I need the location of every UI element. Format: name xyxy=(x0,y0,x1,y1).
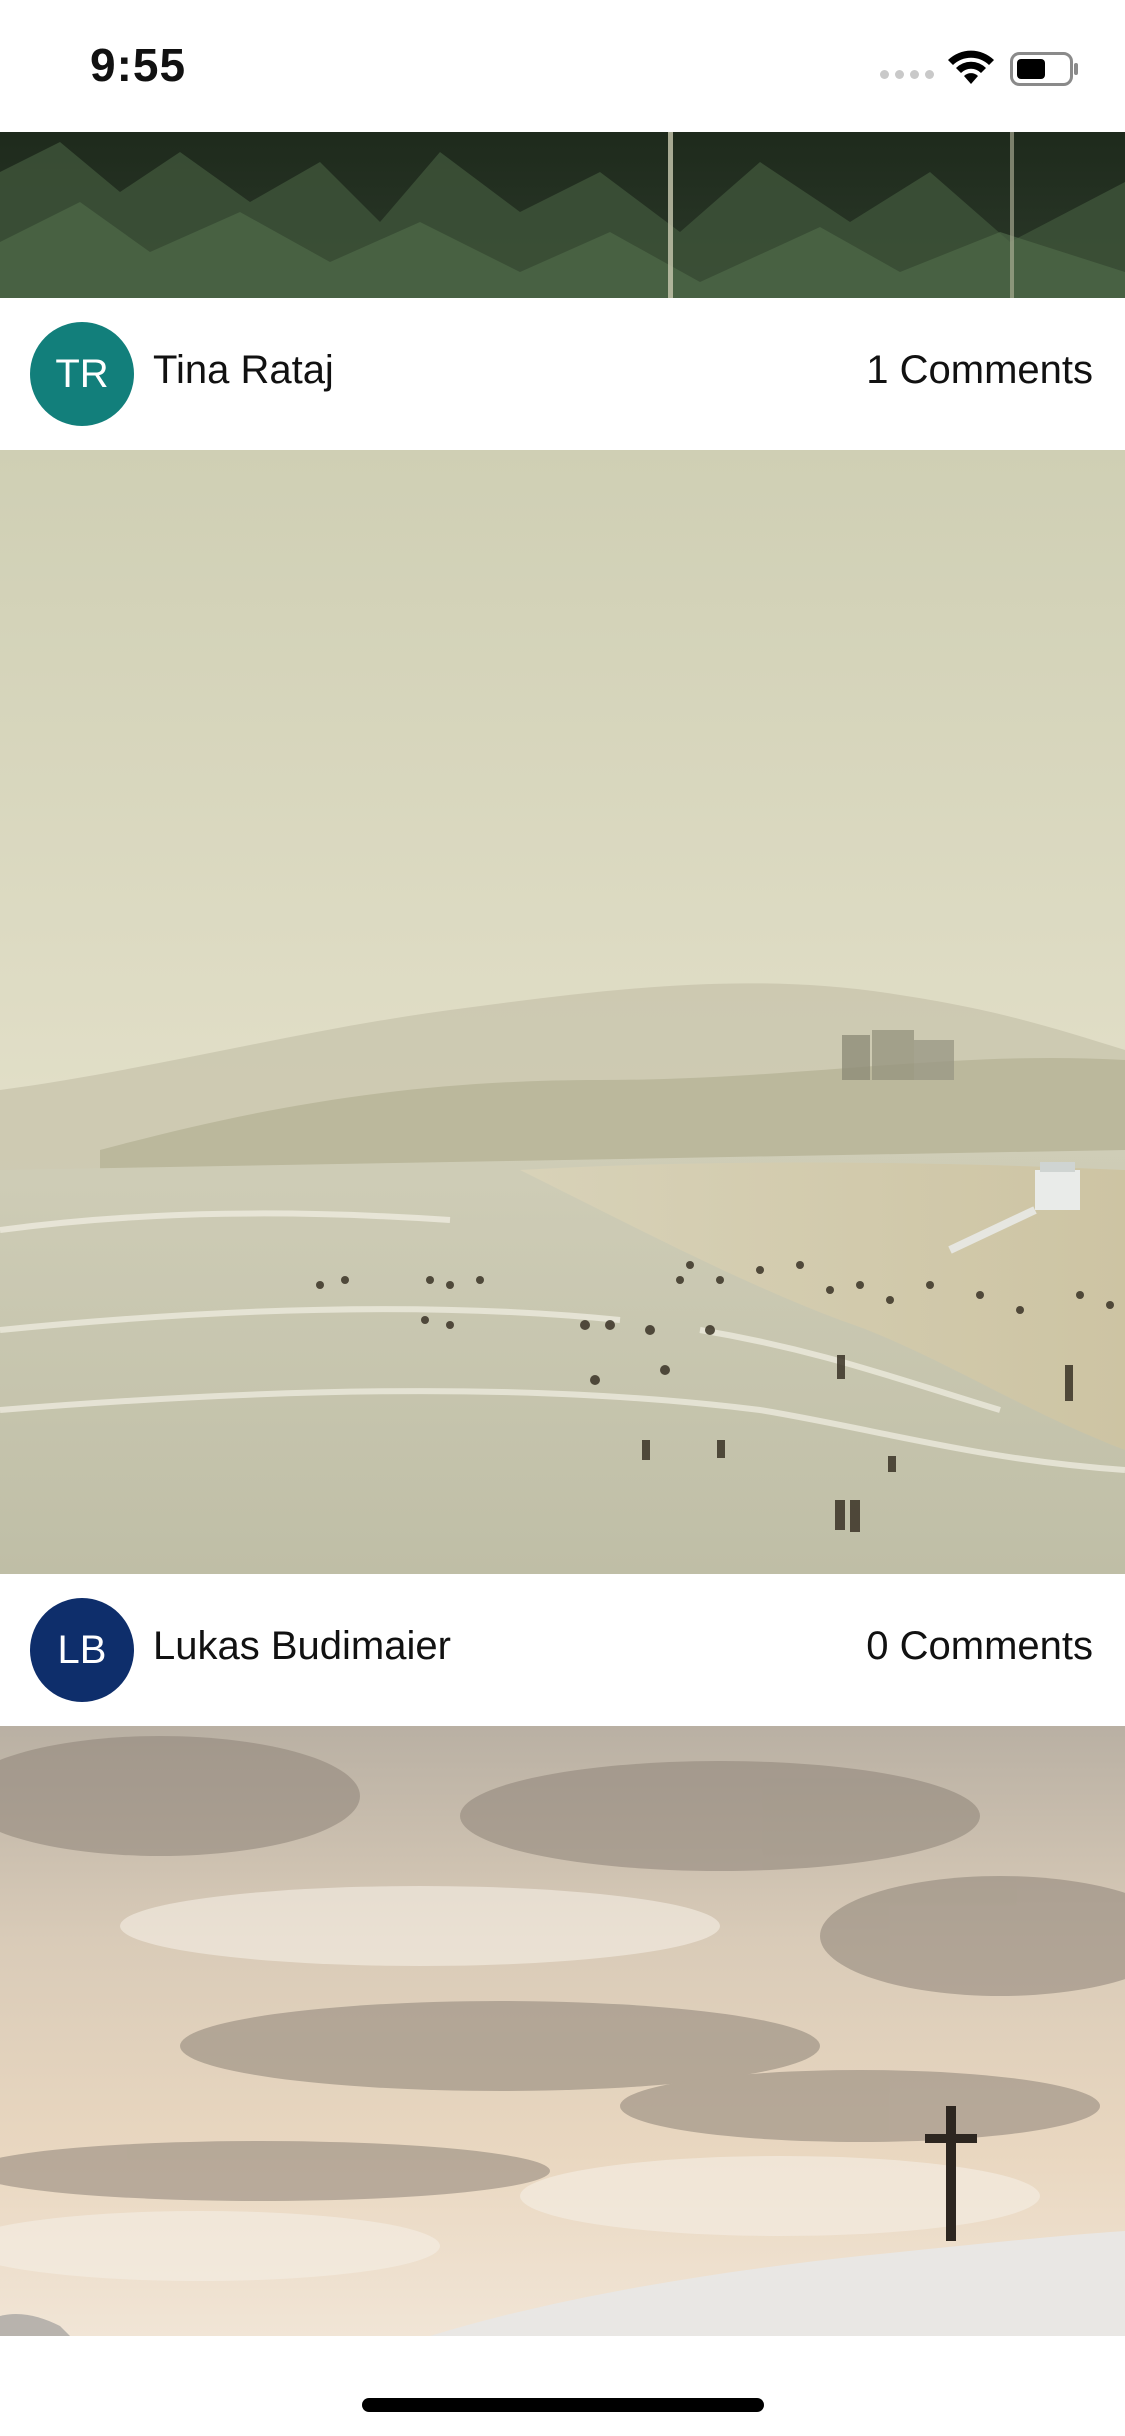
comments-count[interactable]: 0 Comments xyxy=(866,1624,1093,1669)
avatar[interactable]: LB xyxy=(30,1598,134,1702)
beach-photo xyxy=(0,450,1125,1574)
post-image-beach[interactable] xyxy=(0,450,1125,1574)
avatar[interactable]: TR xyxy=(30,322,134,426)
post-image-cross[interactable] xyxy=(0,1726,1125,2336)
comments-count[interactable]: 1 Comments xyxy=(866,348,1093,393)
signal-dots-icon xyxy=(880,70,934,79)
status-bar: 9:55 xyxy=(0,0,1125,132)
home-indicator[interactable] xyxy=(362,2398,764,2412)
post-image-forest[interactable] xyxy=(0,132,1125,298)
forest-photo xyxy=(0,132,1125,298)
status-time: 9:55 xyxy=(90,39,187,91)
battery-icon xyxy=(1010,52,1078,86)
post-header[interactable]: TR Tina Rataj 1 Comments xyxy=(0,298,1125,450)
wifi-icon xyxy=(948,50,994,84)
author-name[interactable]: Tina Rataj xyxy=(153,348,334,393)
post-header[interactable]: LB Lukas Budimaier 0 Comments xyxy=(0,1574,1125,1726)
cross-photo xyxy=(0,1726,1125,2336)
author-name[interactable]: Lukas Budimaier xyxy=(153,1624,451,1669)
